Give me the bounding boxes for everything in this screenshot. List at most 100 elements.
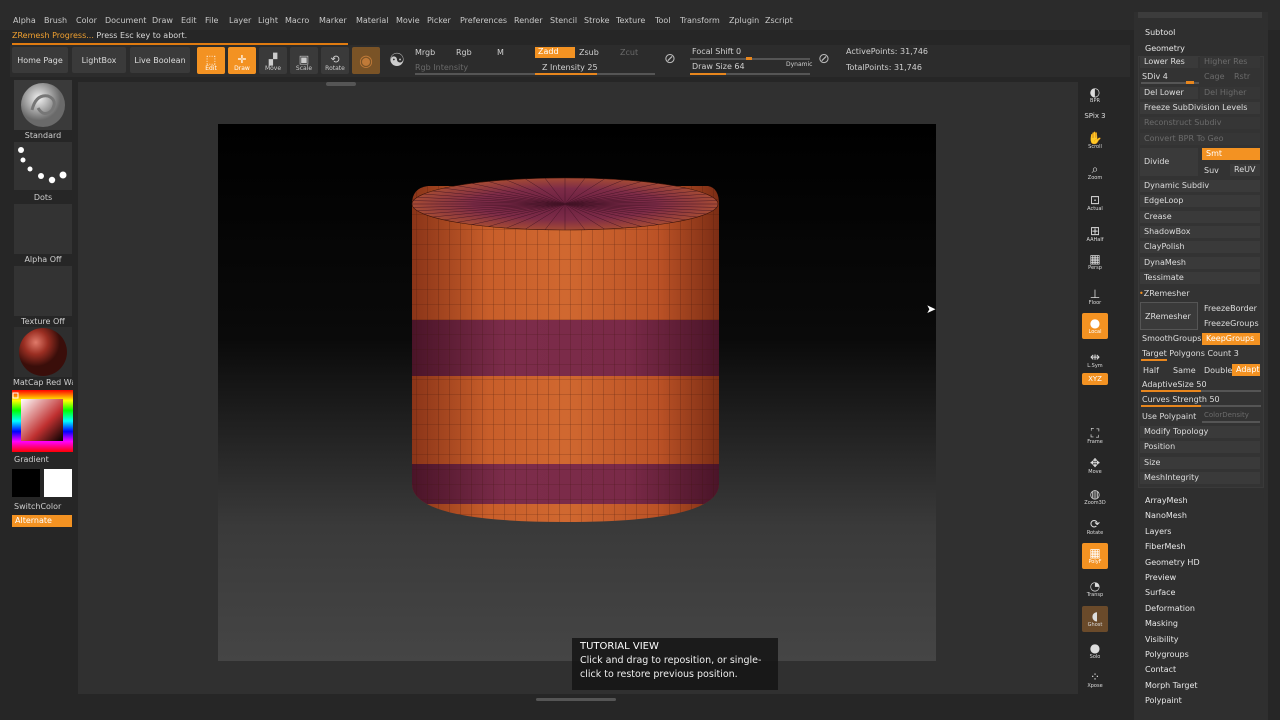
position-section[interactable]: Position: [1140, 441, 1260, 453]
section-fibermesh[interactable]: FiberMesh: [1145, 542, 1186, 551]
menu-brush[interactable]: Brush: [44, 16, 67, 25]
keep-groups-toggle[interactable]: KeepGroups: [1202, 333, 1260, 345]
del-lower-button[interactable]: Del Lower: [1140, 87, 1198, 99]
material-sphere-button[interactable]: ◉: [352, 47, 380, 74]
lower-res-button[interactable]: Lower Res: [1140, 56, 1198, 68]
live-boolean-button[interactable]: Live Boolean: [130, 47, 190, 73]
same-button[interactable]: Same: [1173, 366, 1196, 375]
section-masking[interactable]: Masking: [1145, 619, 1178, 628]
bpr-icon[interactable]: ◐ BPR: [1082, 82, 1108, 108]
xyz-icon[interactable]: XYZ: [1082, 373, 1108, 385]
home-page-button[interactable]: Home Page: [12, 47, 68, 73]
rotate-button[interactable]: ⟲ Rotate: [321, 47, 349, 74]
del-higher-button[interactable]: Del Higher: [1200, 87, 1260, 99]
zoom-icon[interactable]: ⌕ Zoom: [1082, 159, 1108, 185]
menu-edit[interactable]: Edit: [181, 16, 197, 25]
adapt-toggle[interactable]: Adapt: [1232, 364, 1260, 376]
move-button[interactable]: ▞ Move: [259, 47, 287, 74]
menu-alpha[interactable]: Alpha: [13, 16, 36, 25]
menu-file[interactable]: File: [205, 16, 218, 25]
section-surface[interactable]: Surface: [1145, 588, 1175, 597]
s-dial-icon[interactable]: ⊘: [664, 51, 676, 67]
menu-light[interactable]: Light: [258, 16, 278, 25]
floor-icon[interactable]: ⊥ Floor: [1082, 284, 1108, 310]
transp-icon[interactable]: ◔ Transp: [1082, 576, 1108, 602]
section-arraymesh[interactable]: ArrayMesh: [1145, 496, 1188, 505]
cage-button[interactable]: Cage: [1204, 72, 1225, 81]
rgb-intensity-slider[interactable]: [415, 73, 535, 75]
section-geometry-hd[interactable]: Geometry HD: [1145, 558, 1200, 567]
curves-strength-slider[interactable]: Curves Strength 50: [1142, 395, 1220, 404]
lightbox-button[interactable]: LightBox: [72, 47, 126, 73]
section-layers[interactable]: Layers: [1145, 527, 1171, 536]
menu-stencil[interactable]: Stencil: [550, 16, 577, 25]
geometry-item-claypolish[interactable]: ClayPolish: [1140, 241, 1260, 254]
m-button[interactable]: M: [497, 48, 504, 57]
freeze-groups-toggle[interactable]: FreezeGroups: [1204, 319, 1259, 328]
color-mode-button[interactable]: ☯: [385, 47, 409, 74]
xpose-icon[interactable]: ⁘ Xpose: [1082, 667, 1108, 693]
zcut-button[interactable]: Zcut: [620, 48, 638, 57]
modify-topology-section[interactable]: Modify Topology: [1140, 426, 1260, 438]
dynamic-button[interactable]: Dynamic: [786, 61, 812, 68]
menu-zplugin[interactable]: Zplugin: [729, 16, 759, 25]
use-polypaint-toggle[interactable]: Use Polypaint: [1142, 412, 1196, 421]
geometry-item-dynamic-subdiv[interactable]: Dynamic Subdiv: [1140, 180, 1260, 192]
rgb-button[interactable]: Rgb: [456, 48, 472, 57]
geometry-item-edgeloop[interactable]: EdgeLoop: [1140, 195, 1260, 208]
zremesher-button[interactable]: ZRemesher: [1140, 302, 1198, 330]
solo-icon[interactable]: ● Solo: [1082, 638, 1108, 664]
frame-icon[interactable]: ⛶ Frame: [1082, 423, 1108, 449]
size-section[interactable]: Size: [1140, 457, 1260, 469]
adaptive-size-slider[interactable]: AdaptiveSize 50: [1142, 380, 1207, 389]
smooth-groups-slider[interactable]: SmoothGroups: [1142, 334, 1201, 343]
menu-texture[interactable]: Texture: [616, 16, 645, 25]
menu-movie[interactable]: Movie: [396, 16, 420, 25]
geometry-item-shadowbox[interactable]: ShadowBox: [1140, 225, 1260, 238]
bottom-scrollbar[interactable]: [536, 698, 616, 701]
mesh-integrity-section[interactable]: MeshIntegrity: [1140, 472, 1260, 484]
alternate-button[interactable]: Alternate: [12, 515, 72, 527]
aahalf-icon[interactable]: ⊞ AAHalf: [1082, 221, 1108, 247]
menu-marker[interactable]: Marker: [319, 16, 347, 25]
subtool-section[interactable]: Subtool: [1145, 28, 1175, 37]
draw-button[interactable]: ✛ Draw: [228, 47, 256, 74]
menu-tool[interactable]: Tool: [655, 16, 671, 25]
section-polypaint[interactable]: Polypaint: [1145, 696, 1182, 705]
menu-material[interactable]: Material: [356, 16, 389, 25]
section-deformation[interactable]: Deformation: [1145, 604, 1195, 613]
section-nanomesh[interactable]: NanoMesh: [1145, 511, 1187, 520]
menu-stroke[interactable]: Stroke: [584, 16, 610, 25]
higher-res-button[interactable]: Higher Res: [1200, 56, 1260, 68]
menu-document[interactable]: Document: [105, 16, 146, 25]
mrgb-button[interactable]: Mrgb: [415, 48, 435, 57]
half-button[interactable]: Half: [1143, 366, 1159, 375]
scroll-icon[interactable]: ✋ Scroll: [1082, 128, 1108, 154]
menu-preferences[interactable]: Preferences: [460, 16, 507, 25]
persp-icon[interactable]: ▦ Persp: [1082, 249, 1108, 275]
document-viewport[interactable]: [218, 124, 936, 661]
smt-toggle[interactable]: Smt: [1202, 148, 1260, 160]
geometry-item-tessimate[interactable]: Tessimate: [1140, 271, 1260, 284]
switch-color-button[interactable]: SwitchColor: [14, 502, 74, 511]
section-contact[interactable]: Contact: [1145, 665, 1176, 674]
d-dial-icon[interactable]: ⊘: [818, 51, 830, 67]
rotate-icon[interactable]: ⟳ Rotate: [1082, 514, 1108, 540]
edit-button[interactable]: ⬚ Edit: [197, 47, 225, 74]
alpha-thumbnail[interactable]: [14, 204, 72, 254]
menu-render[interactable]: Render: [514, 16, 542, 25]
reconstruct-subdiv-button[interactable]: Reconstruct Subdiv: [1140, 117, 1260, 129]
zadd-button[interactable]: Zadd: [535, 47, 575, 58]
rstr-button[interactable]: Rstr: [1234, 72, 1250, 81]
secondary-color-swatch[interactable]: [44, 469, 72, 497]
section-morph-target[interactable]: Morph Target: [1145, 681, 1198, 690]
menu-color[interactable]: Color: [76, 16, 97, 25]
brush-thumbnail[interactable]: [14, 80, 72, 130]
color-density-slider[interactable]: ColorDensity: [1204, 411, 1249, 419]
freeze-subdiv-button[interactable]: Freeze SubDivision Levels: [1140, 102, 1260, 114]
scale-button[interactable]: ▣ Scale: [290, 47, 318, 74]
material-thumbnail[interactable]: [14, 327, 72, 377]
spix-slider[interactable]: SPix 3: [1082, 110, 1108, 122]
geometry-section[interactable]: Geometry: [1145, 44, 1185, 53]
zremesher-header[interactable]: •ZRemesher: [1139, 289, 1189, 298]
